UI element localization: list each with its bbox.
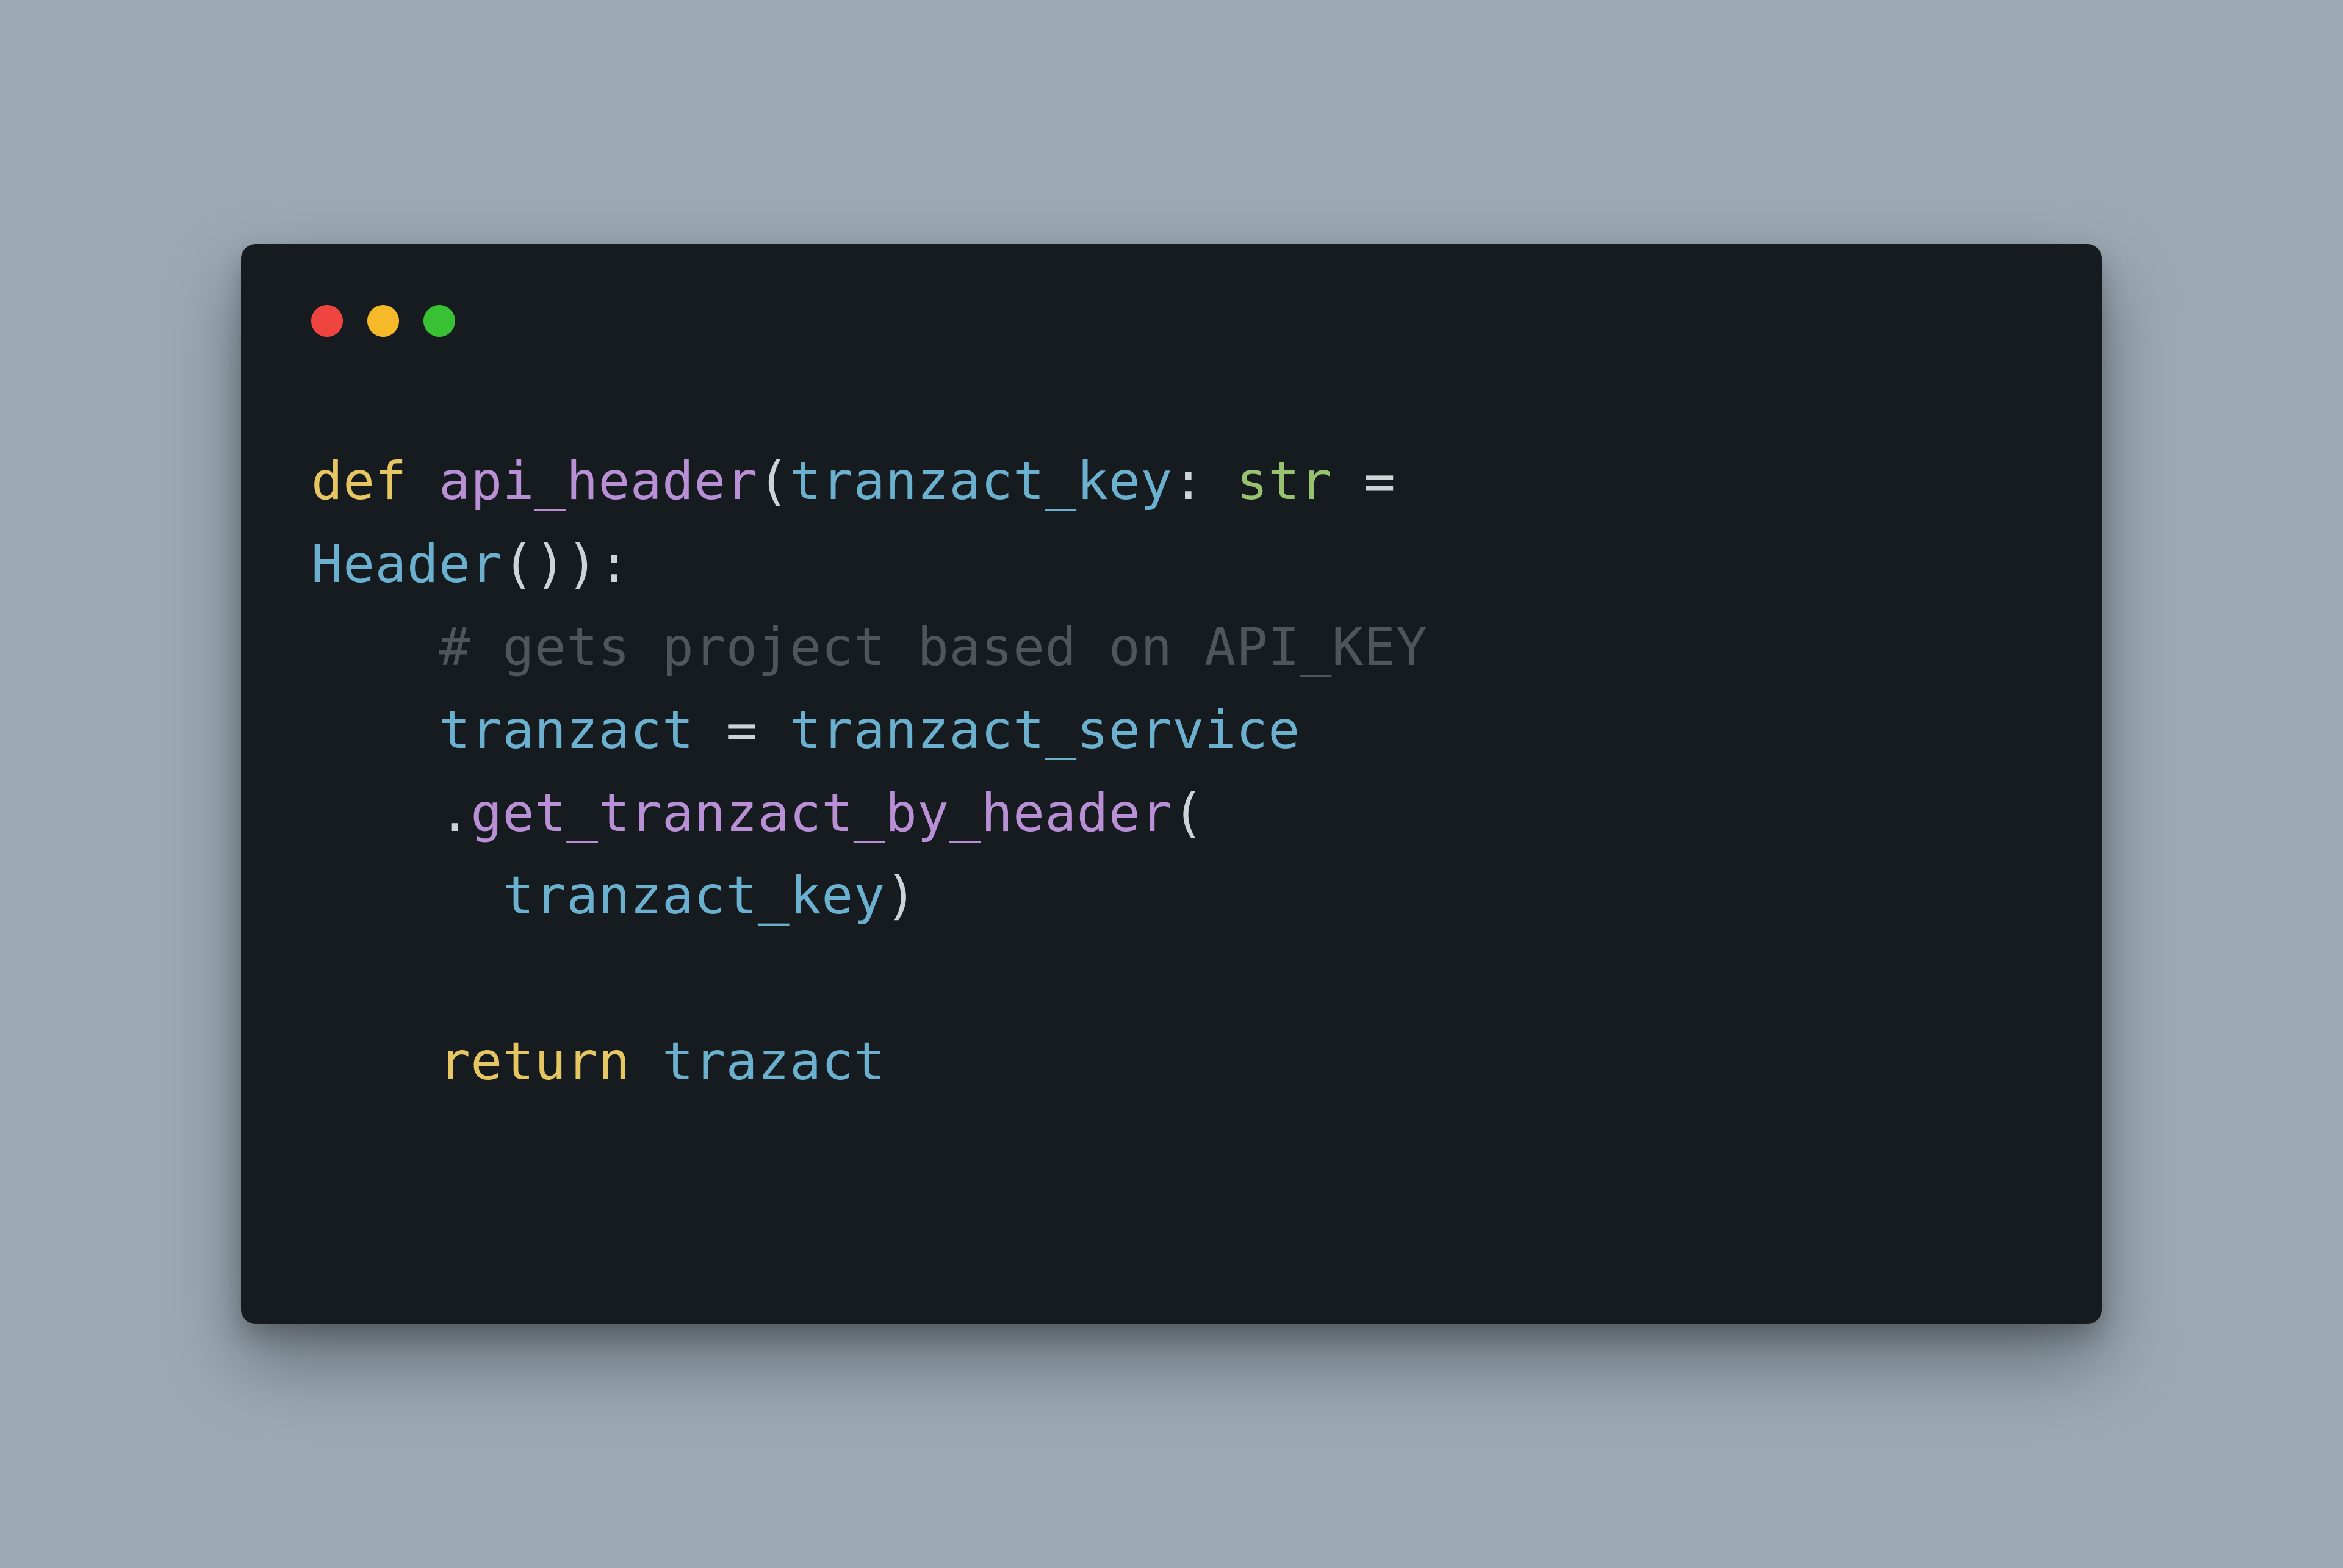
param-name: tranzact_key <box>790 451 1172 512</box>
return-value: trazact <box>662 1031 885 1092</box>
space <box>630 1031 662 1092</box>
code-line-2: Header()): <box>311 534 630 595</box>
colon: : <box>1173 451 1237 512</box>
equals: = <box>1332 451 1428 512</box>
indent <box>311 865 503 926</box>
keyword-return: return <box>439 1031 630 1092</box>
paren-open: ( <box>1172 783 1204 844</box>
code-line-3: # gets project based on API_KEY <box>311 617 1428 678</box>
indent <box>311 617 439 678</box>
code-window: def api_header(tranzact_key: str = Heade… <box>241 244 2102 1324</box>
maximize-icon[interactable] <box>423 305 455 337</box>
equals: = <box>694 700 790 761</box>
code-line-6: tranzact_key) <box>311 865 917 926</box>
code-editor-content: def api_header(tranzact_key: str = Heade… <box>311 441 2032 1104</box>
indent <box>311 1031 439 1092</box>
traffic-lights <box>311 305 2032 337</box>
dot: . <box>439 783 470 844</box>
class-name: Header <box>311 534 503 595</box>
minimize-icon[interactable] <box>367 305 399 337</box>
method-name: get_tranzact_by_header <box>470 783 1172 844</box>
code-line-5: .get_tranzact_by_header( <box>311 783 1204 844</box>
paren-close: ) <box>885 865 917 926</box>
indent <box>311 700 439 761</box>
type-annotation: str <box>1236 451 1332 512</box>
call-close: ()): <box>503 534 630 595</box>
code-line-8: return trazact <box>311 1031 885 1092</box>
function-name: api_header <box>439 451 758 512</box>
code-line-4: tranzact = tranzact_service <box>311 700 1300 761</box>
variable: tranzact <box>439 700 694 761</box>
indent <box>311 783 439 844</box>
code-line-7-blank <box>311 948 343 1009</box>
space <box>407 451 439 512</box>
argument: tranzact_key <box>503 865 885 926</box>
identifier: tranzact_service <box>790 700 1300 761</box>
keyword-def: def <box>311 451 407 512</box>
comment: # gets project based on API_KEY <box>439 617 1428 678</box>
paren-open: ( <box>758 451 790 512</box>
close-icon[interactable] <box>311 305 343 337</box>
code-line-1: def api_header(tranzact_key: str = <box>311 451 1428 512</box>
